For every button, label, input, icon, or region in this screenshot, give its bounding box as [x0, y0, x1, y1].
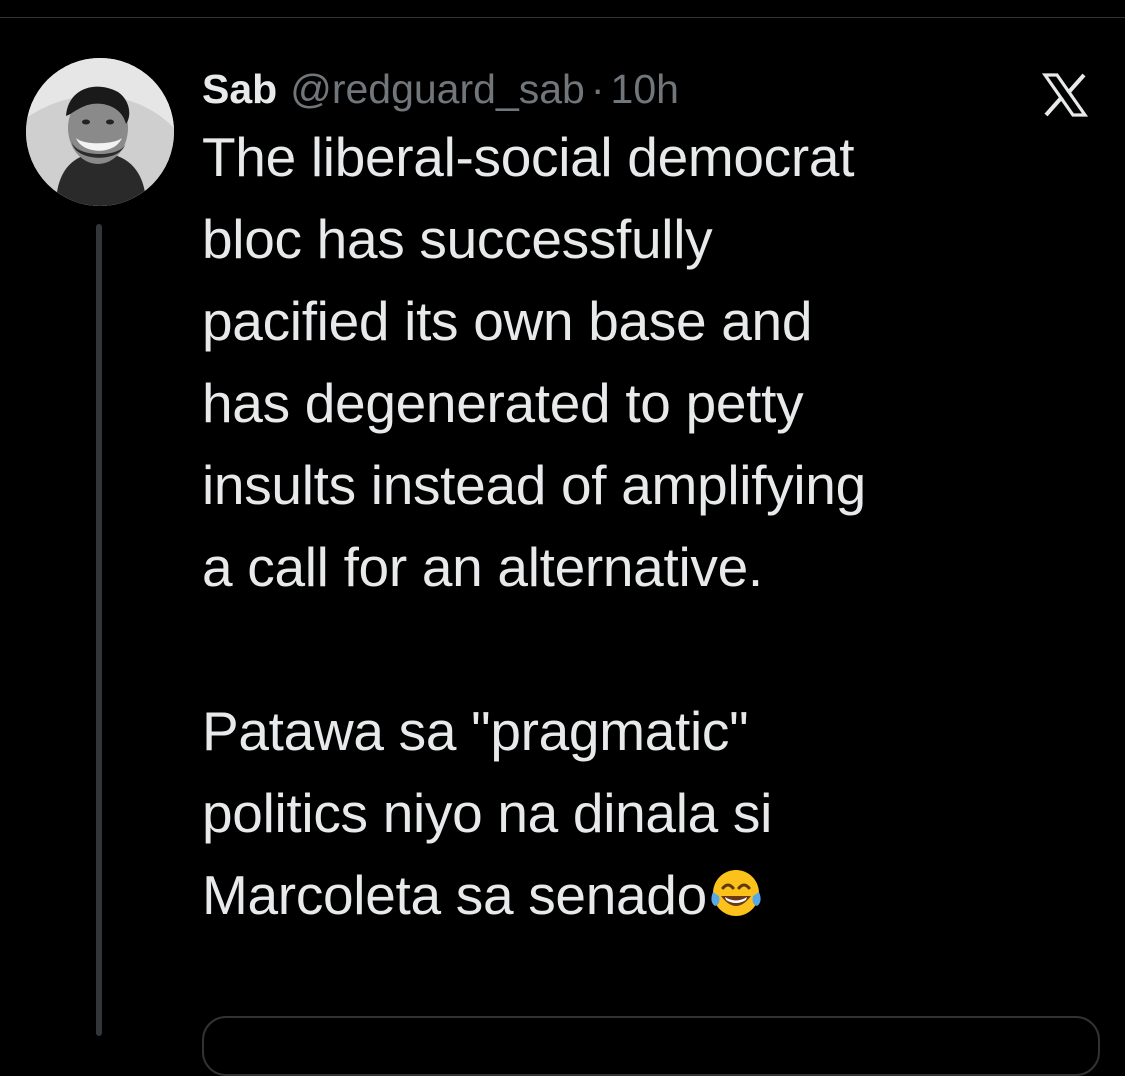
tweet-line: Marcoleta sa senado	[202, 864, 707, 926]
face-with-tears-of-joy-icon	[709, 860, 763, 916]
tweet-text: The liberal-social democrat bloc has suc…	[202, 116, 1102, 936]
author-handle[interactable]: @redguard_sab	[290, 62, 585, 116]
x-logo-icon	[1040, 70, 1090, 120]
tweet-line: has degenerated to petty	[202, 372, 804, 434]
quoted-tweet-card[interactable]	[202, 1016, 1100, 1076]
tweet-line: politics niyo na dinala si	[202, 782, 773, 844]
tweet-line: The liberal-social democrat	[202, 126, 855, 188]
tweet-paragraph-1: The liberal-social democrat bloc has suc…	[202, 116, 1102, 608]
tweet-line: insults instead of amplifying	[202, 454, 866, 516]
avatar-photo-icon	[26, 58, 174, 206]
author-name[interactable]: Sab	[202, 62, 277, 116]
tweet-header: Sab @redguard_sab · 10h	[202, 62, 679, 116]
meta-separator: ·	[590, 66, 605, 112]
author-avatar[interactable]	[26, 58, 174, 206]
tweet-paragraph-2: Patawa sa "pragmatic" politics niyo na d…	[202, 690, 1102, 936]
tweet-line: Patawa sa "pragmatic"	[202, 700, 749, 762]
thread-connector-line	[96, 224, 102, 1036]
tweet-line: bloc has successfully	[202, 208, 713, 270]
tweet-line: pacified its own base and	[202, 290, 813, 352]
tweet-line-with-emoji: Marcoleta sa senado	[202, 854, 1102, 936]
top-divider	[0, 0, 1125, 18]
tweet-line: a call for an alternative.	[202, 536, 763, 598]
post-timestamp[interactable]: 10h	[611, 62, 679, 116]
